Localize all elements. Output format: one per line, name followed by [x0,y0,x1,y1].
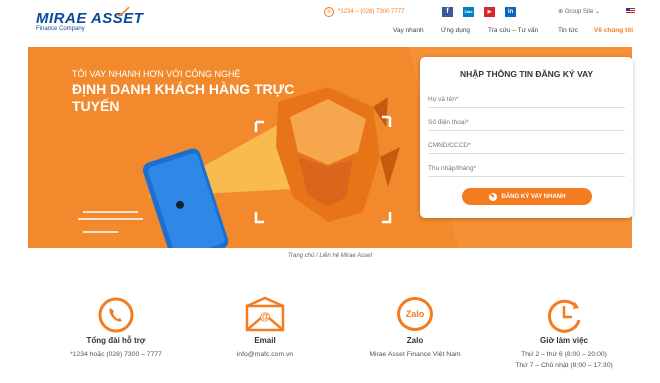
email-value[interactable]: info@mafc.com.vn [185,351,345,358]
facebook-icon[interactable]: f [442,7,453,17]
breadcrumb[interactable]: Trang chủ / Liên hệ Mirae Asset [28,253,632,265]
nav-tra-cuu-tu-van[interactable]: Tra cứu – Tư vấn [488,27,538,34]
zalo-icon: Zalo [397,297,433,331]
contact-title-hotline: Tổng đài hỗ trợ [86,336,146,345]
zalo-value[interactable]: Mirae Asset Finance Việt Nam [335,351,495,358]
email-icon: @ [245,296,285,332]
loan-registration-form: NHẬP THÔNG TIN ĐĂNG KÝ VAY Họ và tên* Số… [420,57,633,218]
id-card-field[interactable]: CMND/CCCD* [428,138,625,154]
linkedin-icon[interactable]: in [505,7,516,17]
site-header: MIRAE ASSET Finance Company ☏ *1234 – (0… [0,0,660,42]
mirae-asset-logo[interactable]: MIRAE ASSET Finance Company [36,7,143,32]
svg-text:@: @ [260,311,271,323]
nav-tin-tuc[interactable]: Tin tức [558,27,578,34]
logo-swoosh-icon [118,7,130,17]
english-flag-icon[interactable] [626,8,635,14]
clock-icon [547,299,581,333]
income-field[interactable]: Thu nhập/tháng* [428,161,625,177]
pencil-icon: ✎ [488,192,497,201]
register-loan-button[interactable]: ✎ ĐĂNG KÝ VAY NHANH [462,188,592,205]
contact-title-hours: Giờ làm việc [540,336,588,345]
hotline[interactable]: ☏ *1234 – (028) 7300 7777 [324,7,404,17]
register-loan-label: ĐĂNG KÝ VAY NHANH [501,193,566,200]
hero-tagline: TÔI VAY NHANH HƠN VỚI CÔNG NGHỆ [72,69,241,79]
nav-vay-nhanh[interactable]: Vay nhanh [393,27,424,34]
hotline-number: *1234 – (028) 7300 7777 [338,9,405,15]
zalo-icon[interactable]: Zalo [463,7,474,17]
phone-icon [98,297,134,333]
nav-ve-chung-toi[interactable]: Về chúng tôi [594,27,660,34]
nav-ung-dung[interactable]: Ứng dụng [441,27,470,34]
hours-weekend: Thứ 7 – Chủ nhật (8:00 – 17:30) [515,362,613,369]
hotline-value[interactable]: *1234 hoặc (028) 7300 – 7777 [36,351,196,358]
youtube-icon[interactable]: ▶ [484,7,495,17]
phone-field[interactable]: Số điện thoại* [428,115,625,131]
contact-title-zalo: Zalo [406,336,424,345]
name-field[interactable]: Họ và tên* [428,92,625,108]
contact-title-email: Email [254,336,276,345]
form-title: NHẬP THÔNG TIN ĐĂNG KÝ VAY [459,69,594,79]
hours-weekday: Thứ 2 – thứ 6 (8:00 – 20:00) [521,351,607,358]
phone-icon: ☏ [324,7,334,17]
group-site-dropdown[interactable]: ⊕ Group Site ⌄ [558,8,600,15]
hero-headline: ĐỊNH DANH KHÁCH HÀNG TRỰC TUYẾN [72,81,295,114]
